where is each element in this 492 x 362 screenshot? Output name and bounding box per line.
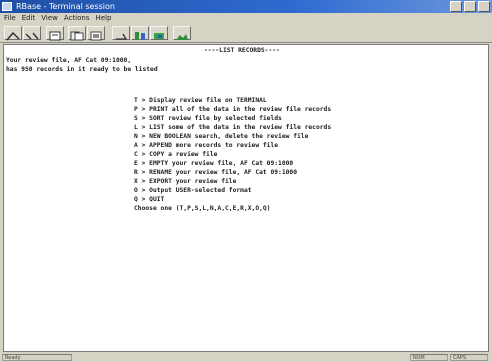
menu-option-copy: C > COPY a review file <box>134 151 218 158</box>
help-icon[interactable] <box>131 26 149 40</box>
minimize-icon[interactable] <box>450 1 462 12</box>
toolbar <box>0 24 492 43</box>
menu-option-sort: S > SORT review file by selected fields <box>134 115 282 122</box>
close-icon[interactable] <box>478 1 490 12</box>
menu-option-append: A > APPEND more records to review file <box>134 142 279 149</box>
copy-icon[interactable] <box>68 26 86 41</box>
connect-icon[interactable] <box>4 26 22 41</box>
window-controls <box>450 1 490 12</box>
application-window: RBase - Terminal session File Edit View … <box>0 0 492 362</box>
paste-icon[interactable] <box>87 26 105 41</box>
print-icon[interactable] <box>46 26 64 41</box>
menu-edit[interactable]: Edit <box>22 13 36 24</box>
menu-option-list: L > LIST some of the data in the review … <box>134 124 332 131</box>
options-icon[interactable] <box>112 26 130 40</box>
choice-prompt: Choose one (T,P,S,L,N,A,C,E,R,X,O,Q) <box>134 205 271 212</box>
menu-option-output: O > Output USER-selected format <box>134 187 252 194</box>
menu-option-quit: Q > QUIT <box>134 196 165 203</box>
menu-view[interactable]: View <box>41 13 58 24</box>
menu-bar: File Edit View Actions Help <box>0 13 492 24</box>
menu-option-print: P > PRINT all of the data in the review … <box>134 106 332 113</box>
menu-file[interactable]: File <box>4 13 16 24</box>
app-icon <box>2 2 12 11</box>
send-icon[interactable] <box>150 26 168 40</box>
menu-option-empty: E > EMPTY your review file, AF Cat 09:10… <box>134 160 294 167</box>
status-text: Ready <box>2 354 72 361</box>
image-icon[interactable] <box>173 26 191 40</box>
status-bar: Ready NUM CAPS <box>0 353 492 362</box>
menu-option-display: T > Display review file on TERMINAL <box>134 97 267 104</box>
menu-actions[interactable]: Actions <box>64 13 90 24</box>
title-bar[interactable]: RBase - Terminal session <box>0 0 492 13</box>
menu-help[interactable]: Help <box>95 13 111 24</box>
menu-option-export: X > EXPORT your review file <box>134 178 237 185</box>
screen-header: ----LIST RECORDS---- <box>204 47 280 54</box>
menu-option-rename: R > RENAME your review file, AF Cat 09:1… <box>134 169 298 176</box>
review-file-line: Your review file, AF Cat 09:1000, <box>6 57 132 64</box>
menu-option-new-boolean: N > NEW BOOLEAN search, delete the revie… <box>134 133 309 140</box>
maximize-icon[interactable] <box>464 1 476 12</box>
num-lock-indicator: NUM <box>410 354 448 361</box>
record-count-line: has 950 records in it ready to be listed <box>6 66 158 73</box>
disconnect-icon[interactable] <box>23 26 41 40</box>
terminal-screen[interactable]: ----LIST RECORDS---- Your review file, A… <box>3 44 489 352</box>
caps-lock-indicator: CAPS <box>450 354 488 361</box>
window-title: RBase - Terminal session <box>16 2 115 11</box>
